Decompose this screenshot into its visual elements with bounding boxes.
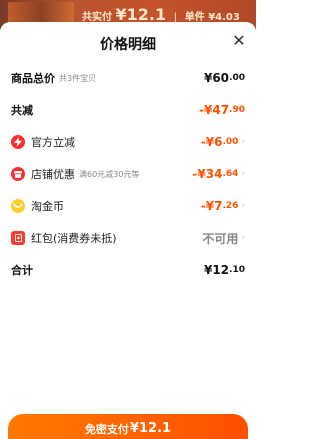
price-detail-sheet: 价格明细 ✕ 商品总价 共3件宝贝 ¥60.00 共减 -¥47.90 官方立减… [0, 22, 256, 439]
pay-button-amount: ¥12.1 [129, 421, 172, 436]
chevron-right-icon: › [241, 201, 245, 211]
row-official-discount[interactable]: 官方立减 -¥6.00 › [0, 132, 256, 152]
shop-discount-value: -¥34.64 › [192, 167, 245, 181]
lightning-icon [11, 135, 25, 149]
row-total-reduction: 共减 -¥47.90 [0, 100, 256, 120]
subtotal-dec: .10 [229, 265, 245, 275]
row-taobao-coins[interactable]: 淘金币 -¥7.26 › [0, 196, 256, 216]
goods-total-dec: .00 [229, 73, 245, 83]
row-shop-discount[interactable]: 店铺优惠 满60元减30元等 -¥34.64 › [0, 164, 256, 184]
shop-icon [11, 167, 25, 181]
goods-total-value: ¥60.00 [204, 71, 245, 85]
row-goods-total: 商品总价 共3件宝贝 ¥60.00 [0, 68, 256, 88]
shop-dec: .64 [222, 169, 239, 179]
official-discount-label: 官方立减 [31, 136, 75, 149]
coin-icon [11, 199, 25, 213]
red-packet-value: 不可用 › [202, 230, 245, 247]
reduction-int: -¥47 [199, 103, 230, 117]
goods-total-label: 商品总价 [11, 72, 55, 85]
goods-count: 共3件宝贝 [59, 73, 97, 83]
official-int: -¥6 [200, 135, 223, 149]
sheet-title: 价格明细 [100, 37, 156, 53]
reduction-label: 共减 [11, 104, 33, 117]
red-packet-status: 不可用 [202, 231, 239, 246]
official-dec: .00 [222, 137, 239, 147]
row-red-packet[interactable]: 红包(消费券未抵) 不可用 › [0, 228, 256, 248]
coins-dec: .26 [222, 201, 239, 211]
shop-int: -¥34 [192, 167, 223, 181]
pay-button-label: 免密支付 [84, 423, 129, 436]
chevron-right-icon: › [241, 137, 245, 147]
row-subtotal: 合计 ¥12.10 [0, 260, 256, 280]
chevron-right-icon: › [241, 169, 245, 179]
subtotal-value: ¥12.10 [204, 263, 245, 277]
goods-total-int: ¥60 [203, 71, 230, 85]
product-thumbnail [8, 2, 74, 24]
subtotal-label: 合计 [11, 264, 33, 277]
coins-int: -¥7 [200, 199, 223, 213]
reduction-dec: .90 [229, 105, 245, 115]
reduction-value: -¥47.90 [199, 103, 245, 117]
shop-discount-label: 店铺优惠 [31, 168, 75, 181]
subtotal-int: ¥12 [203, 263, 230, 277]
official-discount-value: -¥6.00 › [201, 135, 245, 149]
chevron-right-icon: › [241, 233, 245, 243]
red-packet-icon [11, 231, 25, 245]
password-free-pay-button[interactable]: 免密支付 ¥12.1 [8, 414, 248, 439]
coins-label: 淘金币 [31, 200, 64, 213]
red-packet-label: 红包(消费券未抵) [31, 232, 117, 245]
close-icon[interactable]: ✕ [230, 32, 248, 50]
shop-discount-rule: 满60元减30元等 [79, 169, 140, 179]
coins-value: -¥7.26 › [201, 199, 245, 213]
